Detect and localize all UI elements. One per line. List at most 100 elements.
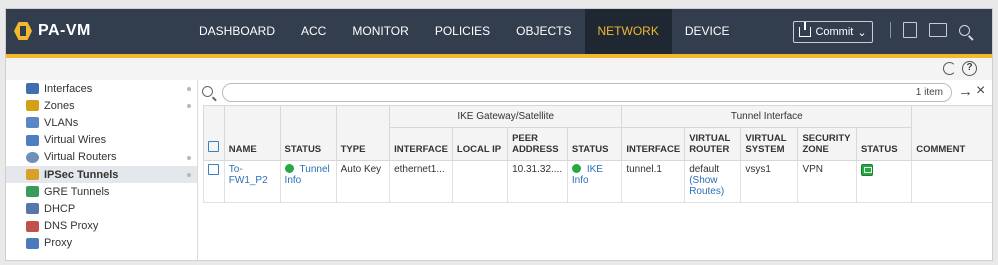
tab-dashboard[interactable]: DASHBOARD	[186, 9, 288, 54]
cell-virtual-system: vsys1	[740, 160, 799, 203]
toolbar-icons	[890, 22, 970, 38]
sidebar-item-label: Virtual Wires	[44, 134, 107, 147]
col-type[interactable]: TYPE	[335, 105, 391, 161]
sidebar-item-label: GRE Tunnels	[44, 185, 110, 198]
cell-ike-local-ip	[451, 160, 509, 203]
cell-virtual-router: default (Show Routes)	[684, 160, 742, 203]
tab-objects[interactable]: OBJECTS	[503, 9, 584, 54]
sidebar-item-gre-tunnels[interactable]: GRE Tunnels	[6, 183, 197, 200]
table-row[interactable]: To-FW1_P2 Tunnel Info Auto Key ethernet1…	[203, 160, 992, 203]
commit-button[interactable]: Commit ⌄	[793, 21, 873, 43]
cell-name: To-FW1_P2	[223, 160, 281, 203]
select-all-header	[203, 105, 225, 161]
app-logo: PA-VM	[14, 22, 91, 40]
cell-comment	[911, 160, 992, 203]
sidebar-item-label: Interfaces	[44, 82, 93, 95]
sidebar-item-interfaces[interactable]: Interfaces	[6, 80, 197, 97]
col-tunnel-interface[interactable]: INTERFACE	[621, 127, 686, 161]
tab-monitor[interactable]: MONITOR	[339, 9, 421, 54]
commit-icon	[799, 22, 812, 37]
col-tunnel-status[interactable]: STATUS	[855, 127, 913, 161]
commit-label: Commit	[815, 26, 854, 38]
cell-ike-interface: ethernet1...	[389, 160, 453, 203]
tunnel-up-icon[interactable]	[860, 164, 873, 176]
tunnel-name-link[interactable]: To-FW1_P2	[229, 164, 268, 186]
virtual-routers-icon	[26, 151, 39, 163]
sidebar-item-label: Proxy	[44, 237, 73, 250]
search-icon[interactable]	[959, 24, 970, 36]
toolbar-divider	[890, 22, 891, 38]
col-virtual-system[interactable]: VIRTUAL SYSTEM	[740, 127, 799, 161]
ipsec-tunnels-table: NAME STATUS TYPE IKE Gateway/Satellite T…	[203, 105, 992, 203]
zones-icon	[26, 100, 39, 112]
sidebar-item-label: DHCP	[44, 202, 76, 215]
sidebar-item-dhcp[interactable]: DHCP	[6, 200, 197, 217]
sidebar-item-virtual-wires[interactable]: Virtual Wires	[6, 132, 197, 149]
search-icon	[202, 86, 213, 97]
main-tabs: DASHBOARD ACC MONITOR POLICIES OBJECTS N…	[186, 9, 743, 54]
network-sidebar: Interfaces Zones VLANs Virtual Wires Vir…	[6, 80, 198, 260]
sidebar-item-label: DNS Proxy	[44, 220, 99, 233]
col-status[interactable]: STATUS	[279, 105, 337, 161]
cell-type: Auto Key	[335, 160, 391, 203]
lock-document-icon[interactable]	[903, 22, 917, 38]
dhcp-icon	[26, 203, 39, 215]
tab-policies[interactable]: POLICIES	[422, 9, 503, 54]
cell-tunnel-status	[855, 160, 913, 203]
virtual-router-value: default	[689, 164, 720, 175]
cell-ike-status: IKE Info	[566, 160, 623, 203]
sidebar-item-proxy[interactable]: Proxy	[6, 235, 197, 252]
refresh-icon[interactable]	[943, 62, 956, 75]
group-tunnel-interface: Tunnel Interface	[621, 105, 913, 128]
apply-filter-arrow-icon[interactable]: →	[958, 83, 973, 100]
sidebar-item-zones[interactable]: Zones	[6, 97, 197, 114]
sidebar-item-label: Zones	[44, 99, 75, 112]
ike-status-ok-icon	[571, 164, 581, 173]
sub-toolbar	[6, 58, 992, 80]
tab-device[interactable]: DEVICE	[672, 9, 743, 54]
col-virtual-router[interactable]: VIRTUAL ROUTER	[684, 127, 742, 161]
help-icon[interactable]: ?	[962, 61, 977, 76]
row-checkbox[interactable]	[208, 164, 219, 175]
group-ike-gateway: IKE Gateway/Satellite	[389, 105, 623, 128]
col-security-zone[interactable]: SECURITY ZONE	[797, 127, 857, 161]
vlans-icon	[26, 117, 39, 129]
virtual-wires-icon	[26, 134, 39, 146]
cell-tunnel-interface: tunnel.1	[621, 160, 686, 203]
sidebar-item-vlans[interactable]: VLANs	[6, 114, 197, 131]
tab-acc[interactable]: ACC	[288, 9, 339, 54]
show-routes-link[interactable]: (Show Routes)	[689, 175, 724, 197]
tab-network[interactable]: NETWORK	[584, 9, 672, 54]
col-ike-status[interactable]: STATUS	[566, 127, 623, 161]
config-menu-icon[interactable]	[929, 23, 947, 37]
col-ike-interface[interactable]: INTERFACE	[389, 127, 453, 161]
clear-filter-icon[interactable]: ×	[976, 82, 985, 100]
proxy-icon	[26, 237, 39, 249]
item-indicator	[187, 87, 191, 91]
select-all-checkbox[interactable]	[208, 141, 219, 152]
col-name[interactable]: NAME	[223, 105, 281, 161]
sidebar-item-virtual-routers[interactable]: Virtual Routers	[6, 149, 197, 166]
col-ike-local-ip[interactable]: LOCAL IP	[451, 127, 509, 161]
col-comment[interactable]: COMMENT	[911, 105, 992, 161]
filter-input[interactable]: 1 item	[222, 83, 952, 102]
sidebar-item-label: VLANs	[44, 116, 79, 129]
col-ike-peer-address[interactable]: PEER ADDRESS	[507, 127, 568, 161]
cell-security-zone: VPN	[797, 160, 857, 203]
app-name: PA-VM	[38, 22, 91, 39]
sidebar-item-label: Virtual Routers	[44, 151, 117, 164]
sidebar-item-dns-proxy[interactable]: DNS Proxy	[6, 218, 197, 235]
firewall-window: PA-VM DASHBOARD ACC MONITOR POLICIES OBJ…	[5, 8, 993, 261]
sidebar-item-ipsec-tunnels[interactable]: IPSec Tunnels	[6, 165, 197, 184]
item-count: 1 item	[915, 87, 943, 98]
item-indicator	[187, 155, 191, 160]
ipsec-tunnels-icon	[26, 169, 39, 181]
cell-ike-peer-address: 10.31.32....	[507, 160, 568, 203]
cell-status: Tunnel Info	[279, 160, 337, 203]
dns-proxy-icon	[26, 220, 39, 232]
chevron-down-icon: ⌄	[857, 26, 867, 39]
logo-icon	[14, 22, 32, 40]
gre-tunnels-icon	[26, 186, 39, 198]
sidebar-item-label: IPSec Tunnels	[44, 168, 119, 181]
status-ok-icon	[284, 164, 294, 173]
